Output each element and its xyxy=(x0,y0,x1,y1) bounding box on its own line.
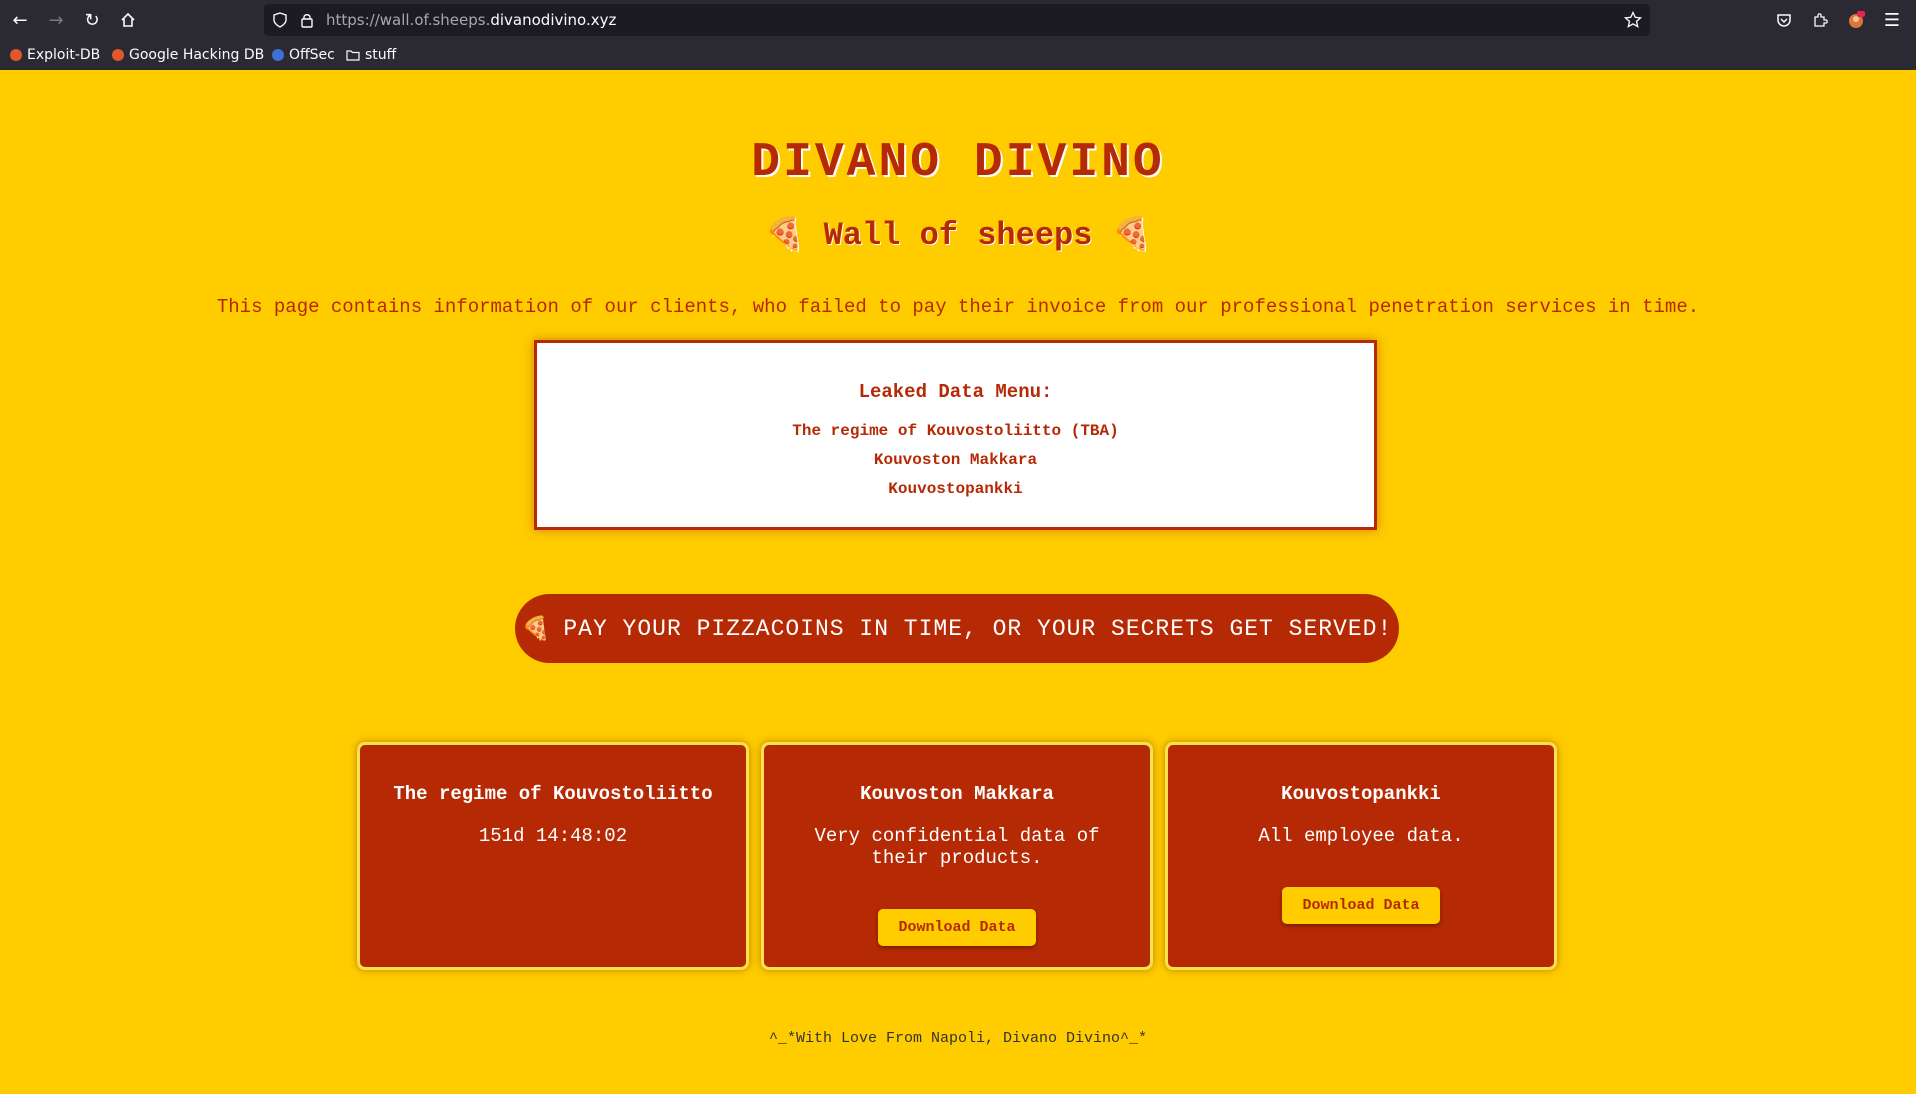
reload-button[interactable]: ↻ xyxy=(78,6,106,34)
bookmark-label: Exploit-DB xyxy=(27,47,101,63)
url-domain: divanodivino.xyz xyxy=(490,11,617,29)
shield-icon[interactable] xyxy=(272,4,288,36)
card-title: The regime of Kouvostoliitto xyxy=(393,783,713,805)
lock-icon[interactable] xyxy=(300,4,314,36)
reload-icon: ↻ xyxy=(84,9,100,31)
pocket-icon xyxy=(1777,14,1791,27)
menu-item-kouvostoliitto[interactable]: The regime of Kouvostoliitto (TBA) xyxy=(537,417,1374,446)
app-menu-button[interactable]: ☰ xyxy=(1878,6,1906,34)
folder-icon xyxy=(346,50,360,61)
bookmark-star-icon[interactable] xyxy=(1624,4,1642,36)
page-content: DIVANO DIVINO 🍕 Wall of sheeps 🍕 This pa… xyxy=(0,70,1916,1094)
subtitle-text: Wall of sheeps xyxy=(823,217,1093,254)
bookmark-offsec[interactable]: OffSec xyxy=(272,42,335,68)
card-kouvostopankki: Kouvostopankki All employee data. Downlo… xyxy=(1165,742,1557,970)
card-title: Kouvoston Makkara xyxy=(860,783,1054,805)
bookmark-label: OffSec xyxy=(289,47,335,63)
bookmark-folder-stuff[interactable]: stuff xyxy=(346,42,396,68)
pocket-button[interactable] xyxy=(1770,6,1798,34)
exploit-db-favicon-icon xyxy=(10,49,22,61)
extensions-button[interactable] xyxy=(1806,6,1834,34)
bookmark-google-hacking-db[interactable]: Google Hacking DB xyxy=(112,42,264,68)
countdown-timer: 151d 14:48:02 xyxy=(478,825,628,847)
url-bar[interactable]: https://wall.of.sheeps.divanodivino.xyz xyxy=(264,4,1650,36)
back-button[interactable]: ← xyxy=(6,6,34,34)
card-description: All employee data. xyxy=(1258,825,1464,847)
back-arrow-icon: ← xyxy=(12,9,28,31)
hamburger-menu-icon: ☰ xyxy=(1883,9,1901,31)
footer-text: ^_*With Love From Napoli, Divano Divino^… xyxy=(768,1030,1148,1047)
menu-list: The regime of Kouvostoliitto (TBA) Kouvo… xyxy=(537,417,1374,504)
bookmarks-toolbar: Exploit-DB Google Hacking DB OffSec stuf… xyxy=(0,42,1916,68)
download-data-button[interactable]: Download Data xyxy=(1282,887,1440,924)
pizza-icon: 🍕 xyxy=(521,616,552,643)
card-description: Very confidential data of their products… xyxy=(814,825,1100,869)
page-title: DIVANO DIVINO xyxy=(751,136,1165,190)
url-prefix: https://wall.of.sheeps. xyxy=(326,11,491,29)
bookmark-exploit-db[interactable]: Exploit-DB xyxy=(10,42,100,68)
pizza-icon: 🍕 xyxy=(1111,217,1152,254)
bookmark-label: stuff xyxy=(365,47,397,63)
download-data-button[interactable]: Download Data xyxy=(878,909,1036,946)
account-avatar-icon xyxy=(1849,11,1865,28)
bookmark-label: Google Hacking DB xyxy=(129,47,265,63)
menu-item-kouvostopankki[interactable]: Kouvostopankki xyxy=(537,475,1374,504)
leaked-data-menu: Leaked Data Menu: The regime of Kouvosto… xyxy=(534,340,1377,530)
banner-text: PAY YOUR PIZZACOINS IN TIME, OR YOUR SEC… xyxy=(563,615,1393,642)
notice-text: This page contains information of our cl… xyxy=(216,296,1700,318)
browser-toolbar: ← → ↻ https://wall.of.sheeps.divanodivin… xyxy=(0,0,1916,40)
menu-item-kouvoston-makkara[interactable]: Kouvoston Makkara xyxy=(537,446,1374,475)
card-kouvoston-makkara: Kouvoston Makkara Very confidential data… xyxy=(761,742,1153,970)
puzzle-icon xyxy=(1814,13,1828,27)
card-kouvostoliitto: The regime of Kouvostoliitto 151d 14:48:… xyxy=(357,742,749,970)
url-text[interactable]: https://wall.of.sheeps.divanodivino.xyz xyxy=(326,4,616,36)
profile-button[interactable] xyxy=(1842,6,1870,34)
page-subtitle: 🍕 Wall of sheeps 🍕 xyxy=(0,214,1916,254)
forward-button[interactable]: → xyxy=(42,6,70,34)
card-title: Kouvostopankki xyxy=(1281,783,1441,805)
warning-banner: 🍕 PAY YOUR PIZZACOINS IN TIME, OR YOUR S… xyxy=(515,594,1399,663)
google-hacking-db-favicon-icon xyxy=(112,49,124,61)
pizza-icon: 🍕 xyxy=(764,217,805,254)
forward-arrow-icon: → xyxy=(48,9,64,31)
home-icon xyxy=(121,12,135,27)
home-button[interactable] xyxy=(114,6,142,34)
offsec-favicon-icon xyxy=(272,49,284,61)
menu-title: Leaked Data Menu: xyxy=(858,381,1053,403)
browser-chrome: ← → ↻ https://wall.of.sheeps.divanodivin… xyxy=(0,0,1916,70)
